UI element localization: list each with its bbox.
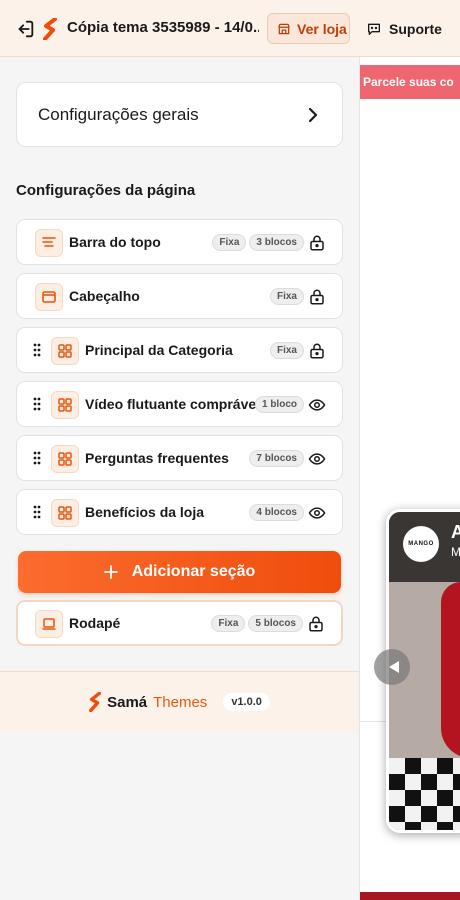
section-tile bbox=[35, 229, 63, 257]
section-label: Principal da Categoria bbox=[85, 342, 233, 358]
view-store-button[interactable]: Ver loja bbox=[267, 13, 350, 44]
section-tile bbox=[51, 337, 79, 365]
section-label: Benefícios da loja bbox=[85, 504, 205, 520]
video-checkered-floor bbox=[389, 758, 460, 830]
carousel-prev-button[interactable] bbox=[374, 649, 410, 685]
bottom-red-strip bbox=[360, 892, 460, 900]
video-model-dress bbox=[441, 582, 460, 758]
brand-name: Samá bbox=[107, 693, 148, 711]
section-label: Barra do topo bbox=[69, 234, 161, 250]
section-tile bbox=[35, 283, 63, 311]
brand-suffix: Themes bbox=[153, 693, 208, 711]
add-section-label: Adicionar seção bbox=[131, 563, 256, 580]
section-tile bbox=[51, 391, 79, 419]
support-label: Suporte bbox=[389, 20, 442, 37]
section-badges: Fixa 5 blocos bbox=[211, 615, 303, 632]
exit-icon[interactable] bbox=[14, 18, 36, 40]
top-bar-icon bbox=[42, 237, 56, 247]
sama-logo-icon bbox=[43, 18, 57, 40]
settings-sidebar: Configurações gerais Configurações da pá… bbox=[0, 57, 360, 900]
add-section-button[interactable]: Adicionar seção bbox=[18, 551, 341, 593]
section-item-footer[interactable]: Rodapé Fixa 5 blocos bbox=[16, 600, 343, 646]
section-tile bbox=[51, 499, 79, 527]
plus-icon bbox=[103, 565, 118, 579]
section-item-header[interactable]: Cabeçalho Fixa bbox=[16, 273, 343, 319]
lock-icon bbox=[310, 289, 324, 305]
general-settings-label: Configurações gerais bbox=[38, 104, 199, 124]
section-label: Cabeçalho bbox=[69, 288, 140, 304]
video-title: A bbox=[451, 522, 460, 543]
store-icon bbox=[278, 23, 290, 34]
grid-icon bbox=[58, 398, 72, 412]
triangle-left-icon bbox=[389, 661, 399, 673]
video-subtitle: M bbox=[451, 545, 460, 559]
branding-bar: Samá Themes v1.0.0 bbox=[0, 671, 359, 732]
blocks-badge: 7 blocos bbox=[249, 450, 304, 467]
blocks-badge: 1 bloco bbox=[254, 396, 304, 413]
grid-icon bbox=[58, 506, 72, 520]
fixed-badge: Fixa bbox=[211, 615, 246, 632]
section-item-store-benefits[interactable]: Benefícios da loja 4 blocos bbox=[16, 489, 343, 535]
lock-icon bbox=[310, 235, 324, 251]
section-badges: Fixa 3 blocos bbox=[212, 234, 304, 251]
section-item-top-bar[interactable]: Barra do topo Fixa 3 blocos bbox=[16, 219, 343, 265]
section-tile bbox=[51, 445, 79, 473]
fixed-badge: Fixa bbox=[212, 234, 247, 251]
section-item-floating-video[interactable]: Vídeo flutuante comprável 1 bloco bbox=[16, 381, 343, 427]
fixed-badge: Fixa bbox=[269, 288, 304, 305]
drag-handle-icon[interactable] bbox=[33, 505, 41, 519]
blocks-badge: 4 blocos bbox=[249, 504, 304, 521]
section-badges: 7 blocos bbox=[249, 450, 304, 467]
section-label: Rodapé bbox=[69, 615, 121, 631]
drag-handle-icon[interactable] bbox=[33, 397, 41, 411]
version-badge: v1.0.0 bbox=[223, 693, 270, 711]
blocks-badge: 3 blocos bbox=[249, 234, 304, 251]
chat-bubble-icon bbox=[368, 23, 380, 35]
eye-icon[interactable] bbox=[308, 396, 326, 414]
drag-handle-icon[interactable] bbox=[33, 451, 41, 465]
general-settings-card[interactable]: Configurações gerais bbox=[16, 82, 343, 147]
section-label: Vídeo flutuante comprável bbox=[85, 396, 261, 412]
eye-icon[interactable] bbox=[308, 450, 326, 468]
store-preview: Parcele suas co MANGO A M bbox=[360, 57, 460, 900]
blocks-badge: 5 blocos bbox=[248, 615, 303, 632]
fixed-badge: Fixa bbox=[269, 342, 304, 359]
section-item-faq[interactable]: Perguntas frequentes 7 blocos bbox=[16, 435, 343, 481]
section-badges: Fixa bbox=[269, 342, 304, 359]
lock-icon bbox=[309, 616, 323, 632]
support-button[interactable]: Suporte bbox=[366, 13, 442, 44]
page-settings-heading: Configurações da página bbox=[16, 182, 196, 199]
laptop-icon bbox=[42, 618, 56, 630]
section-badges: Fixa bbox=[269, 288, 304, 305]
section-tile bbox=[35, 610, 63, 638]
view-store-label: Ver loja bbox=[297, 20, 347, 37]
sama-logo-icon bbox=[89, 692, 102, 712]
mango-logo: MANGO bbox=[403, 526, 439, 562]
theme-title: Cópia tema 3535989 - 14/0... bbox=[67, 19, 259, 36]
top-header: Cópia tema 3535989 - 14/0... Ver loja Su… bbox=[0, 0, 460, 57]
header-window-icon bbox=[42, 291, 56, 303]
section-badges: 1 bloco bbox=[254, 396, 304, 413]
grid-icon bbox=[58, 344, 72, 358]
drag-handle-icon[interactable] bbox=[33, 343, 41, 357]
chevron-right-icon bbox=[308, 107, 318, 123]
grid-icon bbox=[58, 452, 72, 466]
section-item-category-main[interactable]: Principal da Categoria Fixa bbox=[16, 327, 343, 373]
eye-icon[interactable] bbox=[308, 504, 326, 522]
section-label: Perguntas frequentes bbox=[85, 450, 229, 466]
lock-icon bbox=[310, 343, 324, 359]
section-badges: 4 blocos bbox=[249, 504, 304, 521]
promo-banner: Parcele suas co bbox=[360, 65, 460, 99]
